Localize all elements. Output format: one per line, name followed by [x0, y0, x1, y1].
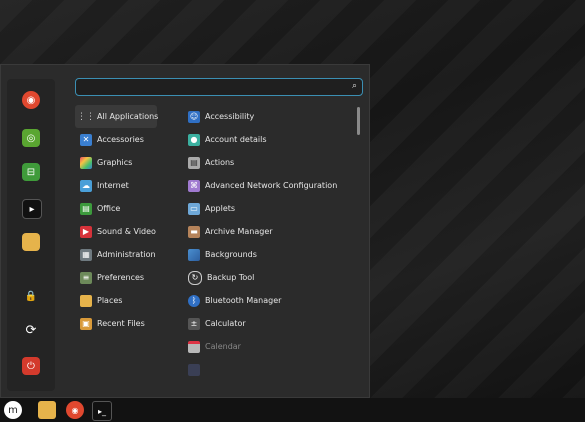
category-item[interactable]: ≡ Preferences — [75, 266, 179, 289]
applets-icon: ▭ — [188, 202, 200, 215]
category-label: Internet — [97, 181, 129, 190]
app-label: Backgrounds — [205, 250, 257, 259]
sound-video-icon: ▶ — [80, 225, 92, 238]
network-globe-icon[interactable]: ◎ — [22, 129, 40, 147]
folder-icon — [80, 294, 92, 307]
category-label: Recent Files — [97, 319, 145, 328]
category-item[interactable]: ▦ Administration — [75, 243, 179, 266]
accessories-icon: ✕ — [80, 133, 92, 146]
recent-files-icon: ▣ — [80, 317, 92, 330]
app-label: Applets — [205, 204, 236, 213]
category-item[interactable]: ▤ Office — [75, 197, 179, 220]
app-label: Advanced Network Configuration — [205, 181, 338, 190]
search-input[interactable]: ⌕ — [75, 78, 363, 96]
app-item[interactable]: ▭ Applets — [183, 197, 353, 220]
category-label: Preferences — [97, 273, 145, 282]
category-label: Office — [97, 204, 121, 213]
category-item[interactable]: Graphics — [75, 151, 179, 174]
app-icon-faded — [188, 363, 200, 376]
app-item[interactable]: ᛒ Bluetooth Manager — [183, 289, 353, 312]
network-icon: ⌘ — [188, 179, 200, 192]
accessibility-icon: ☺ — [188, 110, 200, 123]
calendar-icon — [188, 340, 200, 353]
app-label: Calculator — [205, 319, 246, 328]
scrollbar[interactable] — [357, 107, 360, 135]
app-item[interactable]: Calendar — [183, 335, 353, 358]
app-item[interactable]: ▤ Actions — [183, 151, 353, 174]
category-label: Administration — [97, 250, 156, 259]
category-item[interactable]: ✕ Accessories — [75, 128, 179, 151]
category-item[interactable]: ▣ Recent Files — [75, 312, 179, 335]
app-label: Account details — [205, 135, 267, 144]
actions-icon: ▤ — [188, 156, 200, 169]
terminal-icon[interactable]: ▸ — [22, 199, 42, 219]
category-label: All Applications — [97, 112, 159, 121]
app-label: Actions — [205, 158, 235, 167]
category-label: Sound & Video — [97, 227, 156, 236]
category-item[interactable]: ⋮⋮ All Applications — [75, 105, 159, 128]
app-label: Bluetooth Manager — [205, 296, 282, 305]
application-list: ☺ Accessibility ● Account details ▤ Acti… — [183, 105, 353, 381]
app-label: Archive Manager — [205, 227, 273, 236]
backup-icon: ↻ — [188, 270, 202, 285]
favorites-bar: ◉ ◎ ⊟ ▸ 🔒 ⟳ ⏻ — [7, 79, 55, 391]
account-icon: ● — [188, 133, 200, 146]
firefox-icon[interactable]: ◉ — [22, 91, 40, 109]
mint-menu-icon[interactable]: m — [4, 401, 22, 419]
grid-icon: ⋮⋮ — [77, 111, 95, 122]
taskbar: m ◉ ▸_ — [0, 398, 585, 422]
app-item[interactable]: ± Calculator — [183, 312, 353, 335]
category-item[interactable]: ☁ Internet — [75, 174, 179, 197]
preferences-icon: ≡ — [80, 271, 92, 284]
internet-icon: ☁ — [80, 179, 92, 192]
category-item[interactable]: Places — [75, 289, 179, 312]
category-list: ⋮⋮ All Applications ✕ Accessories Graphi… — [75, 105, 179, 335]
app-item[interactable]: ⌘ Advanced Network Configuration — [183, 174, 353, 197]
category-label: Graphics — [97, 158, 133, 167]
app-label: Backup Tool — [207, 273, 255, 282]
app-item-partial — [183, 358, 353, 381]
app-item[interactable]: ● Account details — [183, 128, 353, 151]
calculator-icon: ± — [188, 317, 200, 330]
lock-icon[interactable]: 🔒 — [22, 287, 40, 305]
category-label: Accessories — [97, 135, 144, 144]
backgrounds-icon — [188, 248, 200, 261]
bluetooth-icon: ᛒ — [188, 294, 200, 307]
graphics-icon — [80, 156, 92, 169]
category-item[interactable]: ▶ Sound & Video — [75, 220, 179, 243]
terminal-icon[interactable]: ▸_ — [92, 401, 112, 421]
settings-toggle-icon[interactable]: ⊟ — [22, 163, 40, 181]
application-menu: ◉ ◎ ⊟ ▸ 🔒 ⟳ ⏻ ⌕ ⋮⋮ All Applications ✕ Ac… — [0, 64, 370, 398]
search-icon[interactable]: ⌕ — [352, 81, 357, 91]
logout-icon[interactable]: ⟳ — [22, 321, 40, 339]
app-item[interactable]: ↻ Backup Tool — [183, 266, 353, 289]
office-icon: ▤ — [80, 202, 92, 215]
app-item[interactable]: Backgrounds — [183, 243, 353, 266]
app-item[interactable]: ☺ Accessibility — [183, 105, 353, 128]
power-icon[interactable]: ⏻ — [22, 357, 40, 375]
folder-icon[interactable] — [22, 233, 40, 251]
folder-icon[interactable] — [38, 401, 56, 419]
administration-icon: ▦ — [80, 248, 92, 261]
app-item[interactable]: ▬ Archive Manager — [183, 220, 353, 243]
firefox-icon[interactable]: ◉ — [66, 401, 84, 419]
app-label: Calendar — [205, 342, 241, 351]
app-label: Accessibility — [205, 112, 255, 121]
category-label: Places — [97, 296, 123, 305]
archive-icon: ▬ — [188, 225, 200, 238]
